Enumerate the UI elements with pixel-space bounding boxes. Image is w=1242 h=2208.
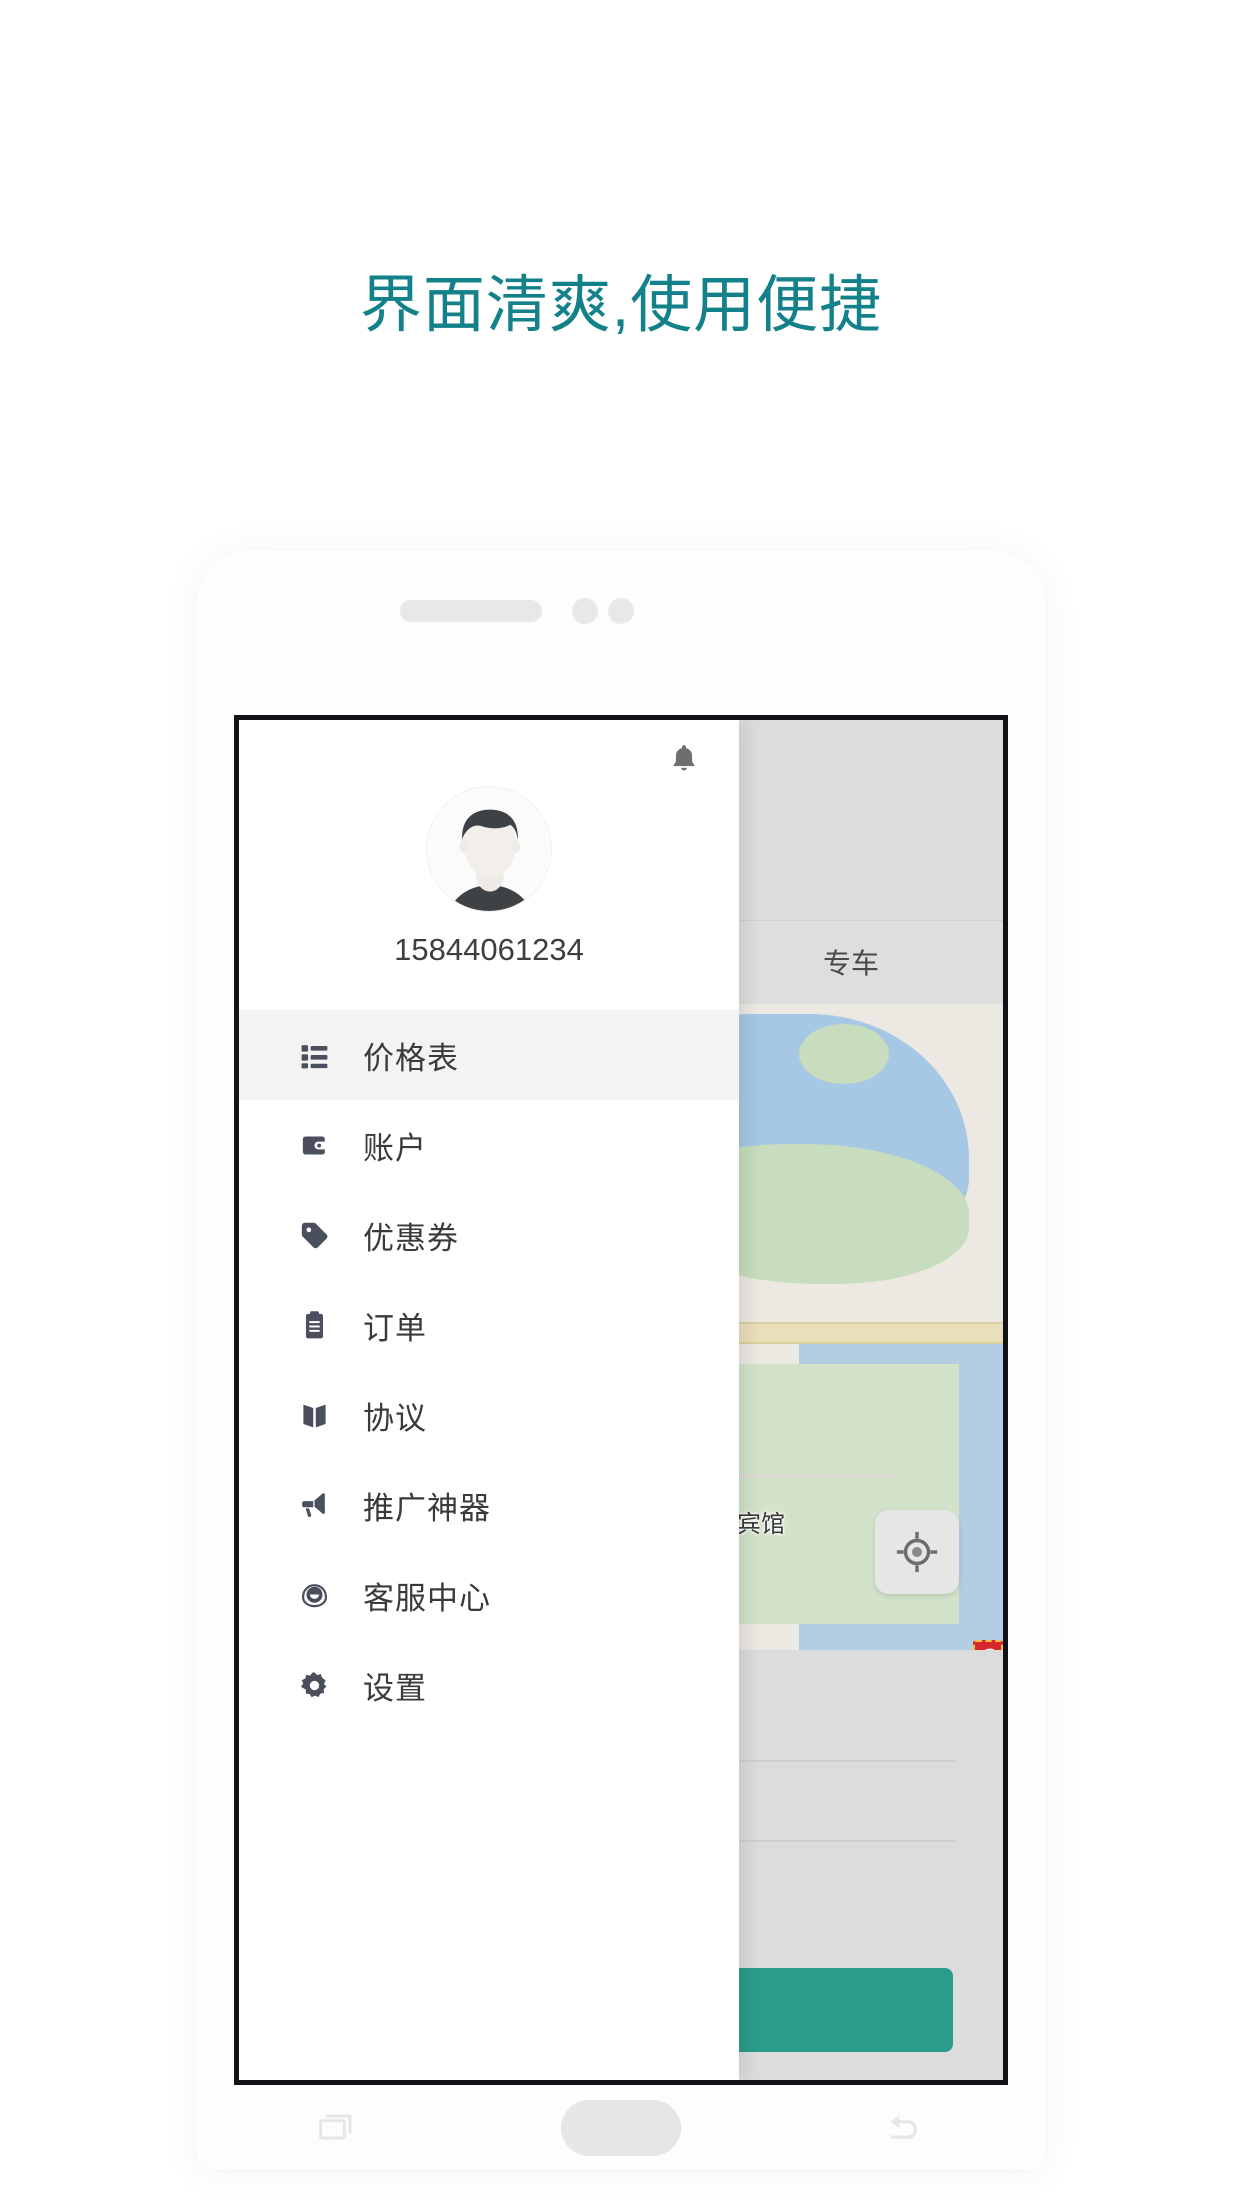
crosshair-locate-icon[interactable] (875, 1510, 959, 1594)
clipboard-icon (291, 1302, 337, 1348)
menu-item-label: 优惠券 (363, 1220, 459, 1256)
home-pill-icon[interactable] (560, 2098, 681, 2158)
tab-zhuanche[interactable]: 专车 (823, 942, 879, 982)
megaphone-icon (291, 1482, 337, 1528)
navigation-drawer: 15844061234 价格表 账户 优惠券 订单 协议 推广神器 客服中心 设… (239, 720, 739, 2080)
menu-item-orders[interactable]: 订单 (239, 1280, 739, 1370)
headset-icon (291, 1572, 337, 1618)
menu-item-label: 客服中心 (363, 1580, 491, 1616)
user-phone-number: 15844061234 (394, 932, 584, 967)
drawer-header: 15844061234 (239, 720, 739, 1010)
menu-item-label: 价格表 (363, 1040, 459, 1076)
recents-icon[interactable] (278, 2098, 398, 2158)
phone-speaker (400, 600, 542, 622)
bell-icon[interactable] (663, 738, 705, 780)
drawer-menu: 价格表 账户 优惠券 订单 协议 推广神器 客服中心 设置 (239, 1010, 739, 1730)
menu-item-label: 设置 (363, 1670, 427, 1706)
gear-icon (291, 1662, 337, 1708)
home-pill-shape (560, 2099, 681, 2156)
menu-item-label: 推广神器 (363, 1490, 491, 1526)
page-title: 界面清爽,使用便捷 (359, 271, 883, 340)
phone-camera-dot (608, 598, 634, 624)
menu-item-label: 账户 (363, 1130, 427, 1166)
menu-item-price-list[interactable]: 价格表 (239, 1010, 739, 1100)
back-icon[interactable] (844, 2098, 964, 2158)
map-green-island (799, 1024, 889, 1084)
list-icon (291, 1032, 337, 1078)
menu-item-settings[interactable]: 设置 (239, 1640, 739, 1730)
wallet-icon (291, 1122, 337, 1168)
menu-item-label: 订单 (363, 1310, 427, 1346)
phone-screen: 专车 大街 南湖公园 南湖大路 大学(南 区) (234, 715, 1008, 2085)
book-icon (291, 1392, 337, 1438)
menu-item-support[interactable]: 客服中心 (239, 1550, 739, 1640)
menu-item-label: 协议 (363, 1400, 427, 1436)
menu-item-promotion[interactable]: 推广神器 (239, 1460, 739, 1550)
menu-item-coupon[interactable]: 优惠券 (239, 1190, 739, 1280)
tag-icon (291, 1212, 337, 1258)
phone-sensor-dot-1 (572, 598, 598, 624)
promo-page: 界面清爽,使用便捷 专车 15844061234 价格表 账户 优惠券 订单 协… (0, 0, 1242, 2208)
android-navbar (196, 2085, 1046, 2170)
avatar[interactable] (426, 786, 552, 912)
menu-item-account[interactable]: 账户 (239, 1100, 739, 1190)
menu-item-agreement[interactable]: 协议 (239, 1370, 739, 1460)
